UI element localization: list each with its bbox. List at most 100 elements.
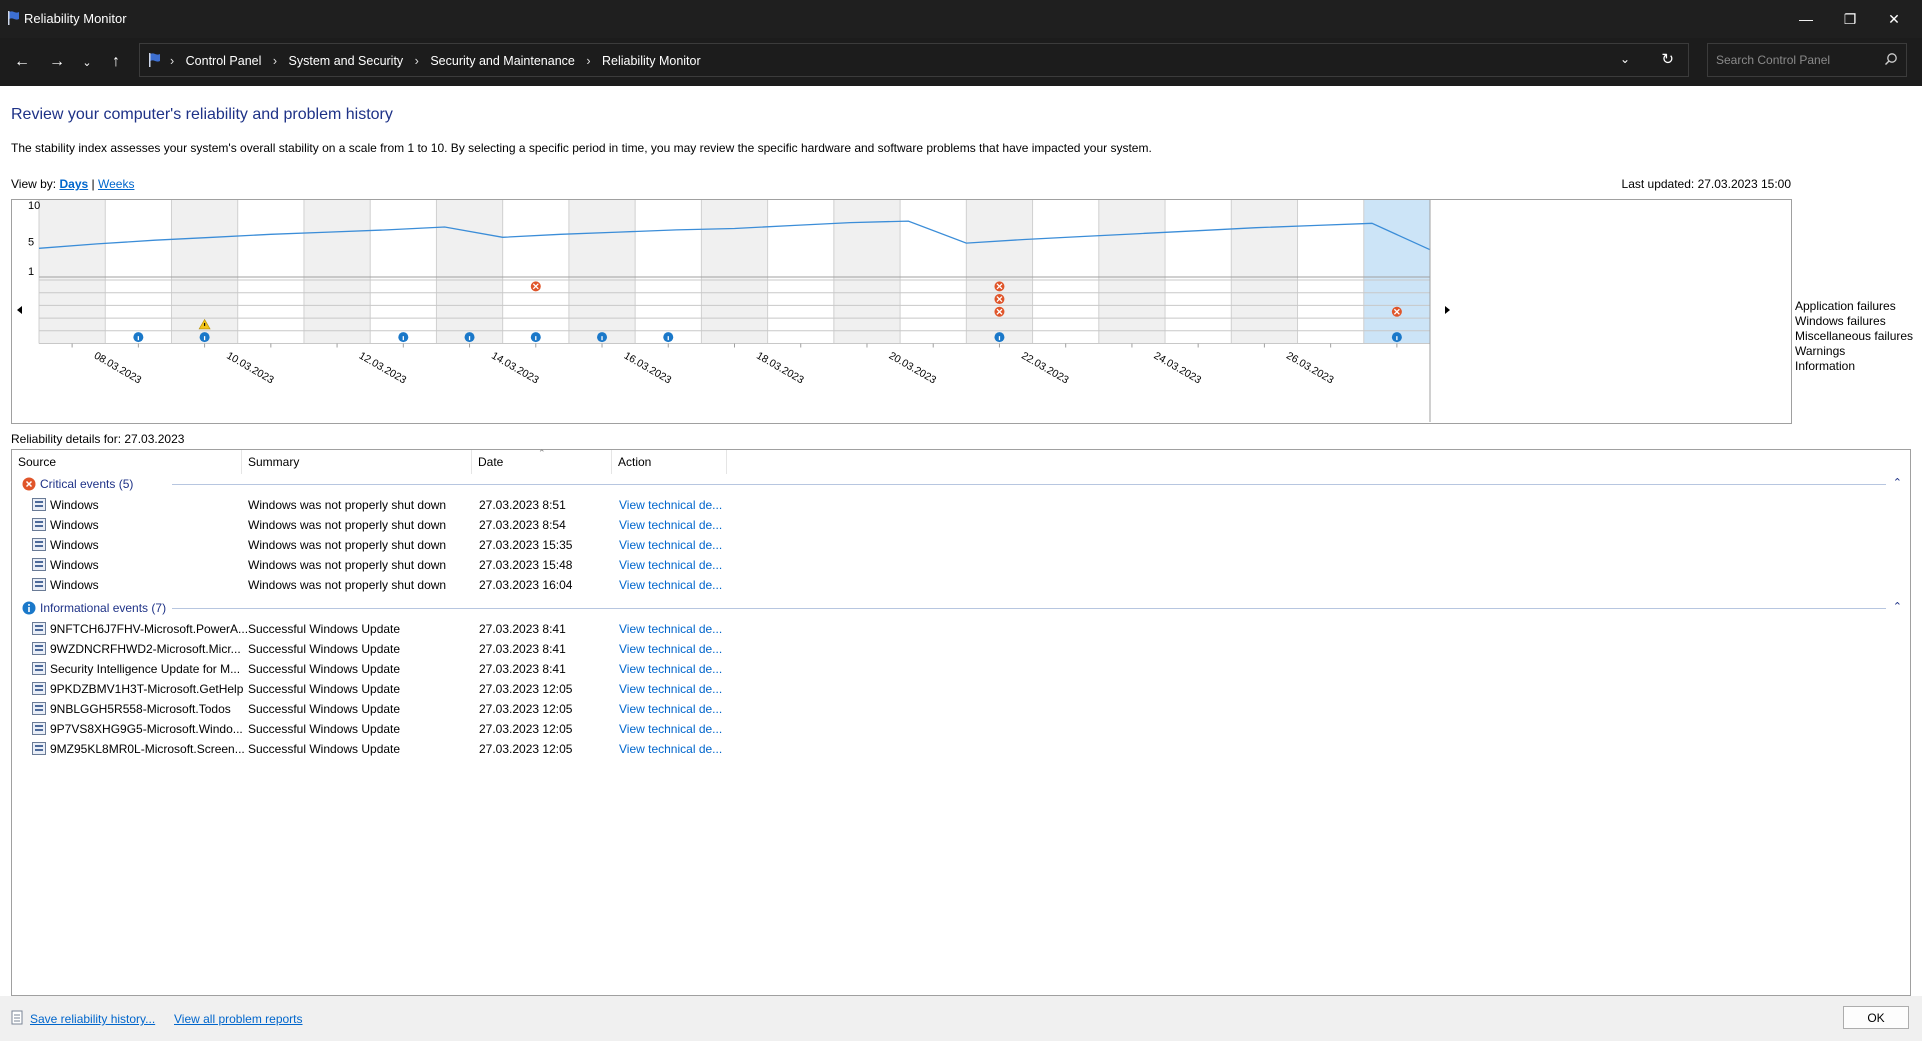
row-date: 27.03.2023 8:41 (479, 622, 566, 636)
x-tick-label: 14.03.2023 (489, 350, 541, 387)
collapse-chevron-icon[interactable]: ⌃ (1893, 476, 1902, 489)
row-action-link[interactable]: View technical de... (619, 622, 729, 636)
informational-events-group[interactable]: Informational events (7) ⌃ (12, 599, 1910, 617)
table-row[interactable]: Windows Windows was not properly shut dow… (12, 555, 1910, 575)
day-column-13.03[interactable] (436, 200, 503, 344)
search-icon[interactable] (1884, 52, 1898, 66)
table-row[interactable]: Windows Windows was not properly shut dow… (12, 495, 1910, 515)
row-action-link[interactable]: View technical de... (619, 742, 729, 756)
day-column-10.03[interactable] (237, 200, 304, 344)
table-row[interactable]: Windows Windows was not properly shut dow… (12, 515, 1910, 535)
row-date: 27.03.2023 12:05 (479, 722, 573, 736)
table-row[interactable]: Security Intelligence Update for M... Suc… (12, 659, 1910, 679)
row-action-link[interactable]: View technical de... (619, 558, 729, 572)
row-action-link[interactable]: View technical de... (619, 642, 729, 656)
reliability-chart[interactable]: 10 5 1 08.03.2023 10.03.2023 12.03.2023 14.03.… (11, 199, 1792, 424)
row-action-link[interactable]: View technical de... (619, 682, 729, 696)
row-summary: Successful Windows Update (248, 642, 401, 656)
table-row[interactable]: 9MZ95KL8MR0L-Microsoft.Screen... Successf… (12, 739, 1910, 759)
view-by-days-link[interactable]: Days (59, 177, 88, 191)
flag-icon (8, 11, 19, 25)
x-tick-label: 10.03.2023 (224, 350, 276, 387)
search-box[interactable] (1707, 43, 1907, 77)
breadcrumb-control-panel[interactable]: Control Panel (186, 54, 262, 68)
table-row[interactable]: 9P7VS8XHG9G5-Microsoft.Windo... Successfu… (12, 719, 1910, 739)
view-by: View by: Days | Weeks (11, 177, 134, 191)
day-column-17.03[interactable] (701, 200, 768, 344)
row-action-link[interactable]: View technical de... (619, 498, 729, 512)
view-by-weeks-link[interactable]: Weeks (98, 177, 134, 191)
close-button[interactable]: ✕ (1874, 0, 1914, 38)
address-dropdown-chevron-icon[interactable]: ⌄ (1620, 52, 1630, 66)
column-header-source[interactable]: Source (12, 450, 242, 474)
day-column-22.03[interactable] (1032, 200, 1099, 344)
x-tick-label: 08.03.2023 (92, 350, 144, 387)
back-arrow-icon[interactable]: ← (10, 50, 34, 74)
day-column-11.03[interactable] (303, 200, 371, 344)
day-column-14.03[interactable] (502, 200, 569, 344)
view-all-problem-reports-link[interactable]: View all problem reports (174, 1012, 303, 1026)
day-column-25.03[interactable] (1231, 200, 1298, 344)
row-summary: Successful Windows Update (248, 742, 401, 756)
save-reliability-history-link[interactable]: Save reliability history... (30, 1012, 155, 1026)
column-header-action[interactable]: Action (612, 450, 727, 474)
refresh-icon[interactable]: ↻ (1661, 50, 1674, 68)
row-action-link[interactable]: View technical de... (619, 578, 729, 592)
day-column-21.03[interactable] (966, 200, 1033, 344)
forward-arrow-icon[interactable]: → (45, 50, 69, 74)
row-summary: Windows was not properly shut down (248, 518, 447, 532)
breadcrumb-reliability-monitor[interactable]: Reliability Monitor (602, 54, 701, 68)
row-action-link[interactable]: View technical de... (619, 702, 729, 716)
row-action-link[interactable]: View technical de... (619, 518, 729, 532)
search-input[interactable] (1708, 44, 1878, 76)
day-column-23.03[interactable] (1098, 200, 1166, 344)
day-column-08.03[interactable] (105, 200, 172, 344)
details-label: Reliability details for: 27.03.2023 (11, 432, 185, 446)
row-action-link[interactable]: View technical de... (619, 662, 729, 676)
legend-information: Information (1795, 359, 1856, 373)
table-row[interactable]: 9NFTCH6J7FHV-Microsoft.PowerA... Successf… (12, 619, 1910, 639)
up-arrow-icon[interactable]: ↑ (104, 50, 128, 74)
breadcrumb-security-and-maintenance[interactable]: Security and Maintenance (430, 54, 575, 68)
recent-locations-chevron-icon[interactable]: ⌄ (75, 50, 99, 74)
critical-events-group[interactable]: Critical events (5) ⌃ (12, 475, 1910, 493)
day-column-27.03[interactable] (1363, 200, 1430, 344)
restore-button[interactable]: ❐ (1830, 0, 1870, 38)
day-column-26.03[interactable] (1297, 200, 1364, 344)
reliability-chart-svg[interactable]: 10 5 1 08.03.2023 10.03.2023 12.03.2023 14.03.… (12, 200, 1791, 423)
row-summary: Successful Windows Update (248, 622, 401, 636)
row-summary: Windows was not properly shut down (248, 538, 447, 552)
row-action-link[interactable]: View technical de... (619, 538, 729, 552)
day-column-07.03[interactable] (39, 200, 106, 344)
collapse-chevron-icon[interactable]: ⌃ (1893, 600, 1902, 613)
row-date: 27.03.2023 15:48 (479, 558, 573, 572)
day-column-15.03[interactable] (568, 200, 636, 344)
informational-events-title[interactable]: Informational events (7) (40, 601, 166, 615)
critical-events-title[interactable]: Critical events (5) (40, 477, 133, 491)
row-source: Windows (50, 518, 99, 532)
row-summary: Successful Windows Update (248, 662, 401, 676)
ok-button[interactable]: OK (1843, 1006, 1909, 1029)
flag-icon (149, 53, 160, 67)
day-column-18.03[interactable] (767, 200, 834, 344)
day-column-24.03[interactable] (1165, 200, 1232, 344)
table-row[interactable]: 9WZDNCRFHWD2-Microsoft.Micr... Successful… (12, 639, 1910, 659)
table-row[interactable]: Windows Windows was not properly shut dow… (12, 575, 1910, 595)
table-row[interactable]: 9NBLGGH5R558-Microsoft.Todos Successful W… (12, 699, 1910, 719)
row-date: 27.03.2023 16:04 (479, 578, 573, 592)
address-bar[interactable]: › Control Panel › System and Security › … (139, 43, 1689, 77)
table-row[interactable]: 9PKDZBMV1H3T-Microsoft.GetHelp Successful… (12, 679, 1910, 699)
scroll-right-icon[interactable] (1445, 306, 1450, 314)
view-by-separator: | (91, 177, 95, 191)
minimize-button[interactable]: — (1786, 0, 1826, 38)
row-summary: Successful Windows Update (248, 702, 401, 716)
row-source: 9NBLGGH5R558-Microsoft.Todos (50, 702, 231, 716)
details-grid: Source Summary Date ⌃ Action Critical ev… (11, 448, 1911, 996)
breadcrumb-system-and-security[interactable]: System and Security (289, 54, 404, 68)
row-action-link[interactable]: View technical de... (619, 722, 729, 736)
table-row[interactable]: Windows Windows was not properly shut dow… (12, 535, 1910, 555)
day-column-12.03[interactable] (370, 200, 437, 344)
scroll-left-icon[interactable] (17, 306, 22, 314)
column-header-summary[interactable]: Summary (242, 450, 472, 474)
day-column-16.03[interactable] (635, 200, 702, 344)
